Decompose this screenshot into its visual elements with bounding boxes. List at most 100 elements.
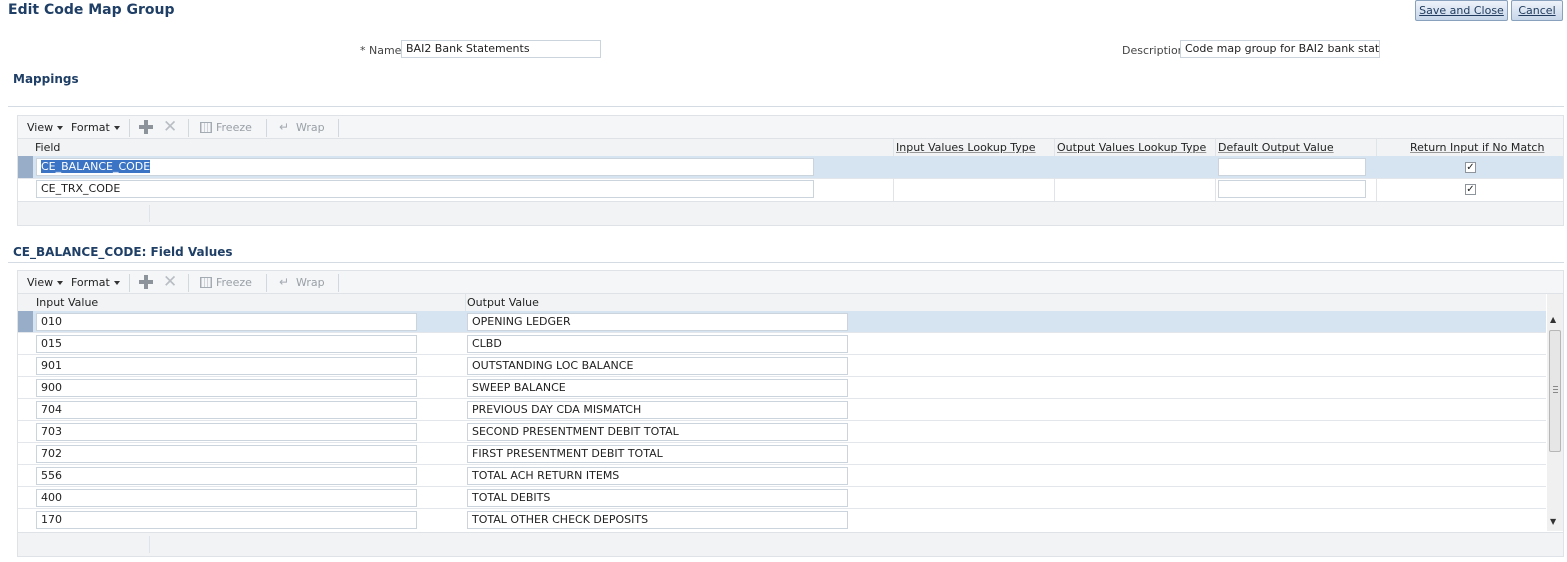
table-row[interactable]: 703 SECOND PRESENTMENT DEBIT TOTAL [18, 421, 1546, 443]
view-menu-label: View [27, 121, 54, 134]
output-value-field[interactable]: TOTAL ACH RETURN ITEMS [467, 467, 848, 485]
table-row[interactable]: 704 PREVIOUS DAY CDA MISMATCH [18, 399, 1546, 421]
description-field[interactable]: Code map group for BAI2 bank statemer [1180, 40, 1380, 58]
scroll-down-arrow-icon[interactable]: ▼ [1550, 517, 1556, 526]
column-header-field[interactable]: Field [35, 141, 60, 154]
scroll-up-arrow-icon[interactable]: ▲ [1550, 315, 1556, 324]
field-value-selected-text: CE_BALANCE_CODE [41, 160, 151, 173]
caret-down-icon [113, 126, 120, 130]
field-input[interactable]: CE_TRX_CODE [36, 180, 814, 198]
format-menu[interactable]: Format [71, 276, 120, 289]
format-menu[interactable]: Format [71, 121, 120, 134]
required-marker: * [360, 44, 366, 57]
output-value-field[interactable]: OPENING LEDGER [467, 313, 848, 331]
delete-x-icon[interactable]: ✕ [163, 274, 177, 291]
column-separator [465, 294, 466, 311]
default-output-field[interactable] [1218, 180, 1366, 198]
add-row-icon[interactable] [139, 120, 153, 134]
cancel-button[interactable]: Cancel [1511, 0, 1563, 21]
default-output-field[interactable] [1218, 158, 1366, 176]
field-input[interactable]: CE_BALANCE_CODE [36, 158, 814, 176]
caret-down-icon [57, 126, 64, 130]
mappings-toolbar: View Format ✕ Freeze ↵ Wrap [17, 115, 1564, 139]
toolbar-separator [188, 119, 189, 137]
table-row[interactable]: 702 FIRST PRESENTMENT DEBIT TOTAL [18, 443, 1546, 465]
name-label: Name [369, 44, 402, 57]
wrap-button[interactable]: Wrap [296, 121, 325, 134]
output-value-field[interactable]: TOTAL OTHER CHECK DEPOSITS [467, 511, 848, 529]
input-value-field[interactable]: 704 [36, 401, 417, 419]
output-value-field[interactable]: SWEEP BALANCE [467, 379, 848, 397]
output-value-field[interactable]: TOTAL DEBITS [467, 489, 848, 507]
name-label-group: * Name [360, 44, 401, 57]
mappings-table-header: Field Input Values Lookup Type Output Va… [18, 139, 1563, 157]
column-header-return-input[interactable]: Return Input if No Match [1410, 141, 1544, 154]
input-value-field[interactable]: 703 [36, 423, 417, 441]
add-row-icon[interactable] [139, 275, 153, 289]
field-values-status-bar [18, 532, 1563, 556]
table-row[interactable]: 900 SWEEP BALANCE [18, 377, 1546, 399]
page-title: Edit Code Map Group [8, 2, 175, 18]
output-value-field[interactable]: SECOND PRESENTMENT DEBIT TOTAL [467, 423, 848, 441]
freeze-button[interactable]: Freeze [216, 276, 252, 289]
freeze-icon [200, 122, 212, 133]
row-header-selected[interactable] [18, 156, 33, 178]
column-header-output-lookup-type[interactable]: Output Values Lookup Type [1057, 141, 1206, 154]
view-menu[interactable]: View [27, 121, 64, 134]
wrap-icon: ↵ [279, 120, 290, 134]
output-value-field[interactable]: CLBD [467, 335, 848, 353]
mappings-status-bar [18, 201, 1563, 225]
mappings-section-title: Mappings [13, 72, 79, 86]
view-menu-label: View [27, 276, 54, 289]
format-menu-label: Format [71, 276, 110, 289]
input-value-field[interactable]: 170 [36, 511, 417, 529]
field-values-section-title: CE_BALANCE_CODE: Field Values [13, 245, 233, 259]
input-value-field[interactable]: 900 [36, 379, 417, 397]
field-values-rows: 010 OPENING LEDGER 015 CLBD 901 OUTSTANDING L… [18, 311, 1546, 531]
input-value-field[interactable]: 010 [36, 313, 417, 331]
input-value-field[interactable]: 015 [36, 335, 417, 353]
toolbar-separator [338, 274, 339, 292]
column-header-input-value[interactable]: Input Value [36, 296, 98, 309]
return-input-checkbox[interactable]: ✓ [1465, 184, 1476, 195]
column-header-input-lookup-type[interactable]: Input Values Lookup Type [896, 141, 1036, 154]
wrap-button[interactable]: Wrap [296, 276, 325, 289]
status-separator [149, 536, 150, 553]
field-values-divider [8, 262, 1564, 263]
output-value-field[interactable]: OUTSTANDING LOC BALANCE [467, 357, 848, 375]
table-row[interactable]: 556 TOTAL ACH RETURN ITEMS [18, 465, 1546, 487]
wrap-icon: ↵ [279, 275, 290, 289]
table-row[interactable]: 170 TOTAL OTHER CHECK DEPOSITS [18, 509, 1546, 531]
status-separator [149, 205, 150, 222]
mappings-divider [8, 106, 1564, 107]
freeze-icon [200, 277, 212, 288]
table-row[interactable]: CE_BALANCE_CODE ✓ [18, 156, 1563, 178]
toolbar-separator [188, 274, 189, 292]
output-value-field[interactable]: PREVIOUS DAY CDA MISMATCH [467, 401, 848, 419]
scrollbar-thumb[interactable] [1549, 330, 1561, 452]
input-value-field[interactable]: 556 [36, 467, 417, 485]
freeze-button[interactable]: Freeze [216, 121, 252, 134]
table-row[interactable]: 400 TOTAL DEBITS [18, 487, 1546, 509]
field-values-table: Input Value Output Value 010 OPENING LEDG… [17, 294, 1564, 557]
input-value-field[interactable]: 702 [36, 445, 417, 463]
column-header-output-value[interactable]: Output Value [467, 296, 539, 309]
input-value-field[interactable]: 400 [36, 489, 417, 507]
column-header-default-output-value[interactable]: Default Output Value [1218, 141, 1334, 154]
name-field[interactable]: BAI2 Bank Statements [401, 40, 601, 58]
view-menu[interactable]: View [27, 276, 64, 289]
input-value-field[interactable]: 901 [36, 357, 417, 375]
table-row[interactable]: 901 OUTSTANDING LOC BALANCE [18, 355, 1546, 377]
caret-down-icon [113, 281, 120, 285]
description-label: Description [1122, 44, 1185, 57]
delete-x-icon[interactable]: ✕ [163, 119, 177, 136]
output-value-field[interactable]: FIRST PRESENTMENT DEBIT TOTAL [467, 445, 848, 463]
vertical-scrollbar[interactable]: ▲ ▼ [1547, 294, 1563, 531]
table-row[interactable]: CE_TRX_CODE ✓ [18, 179, 1563, 201]
save-and-close-button[interactable]: Save and Close [1415, 0, 1508, 21]
field-values-toolbar: View Format ✕ Freeze ↵ Wrap [17, 270, 1564, 294]
table-row[interactable]: 010 OPENING LEDGER [18, 311, 1546, 333]
table-row[interactable]: 015 CLBD [18, 333, 1546, 355]
row-header-selected[interactable] [18, 311, 33, 333]
return-input-checkbox[interactable]: ✓ [1465, 162, 1476, 173]
